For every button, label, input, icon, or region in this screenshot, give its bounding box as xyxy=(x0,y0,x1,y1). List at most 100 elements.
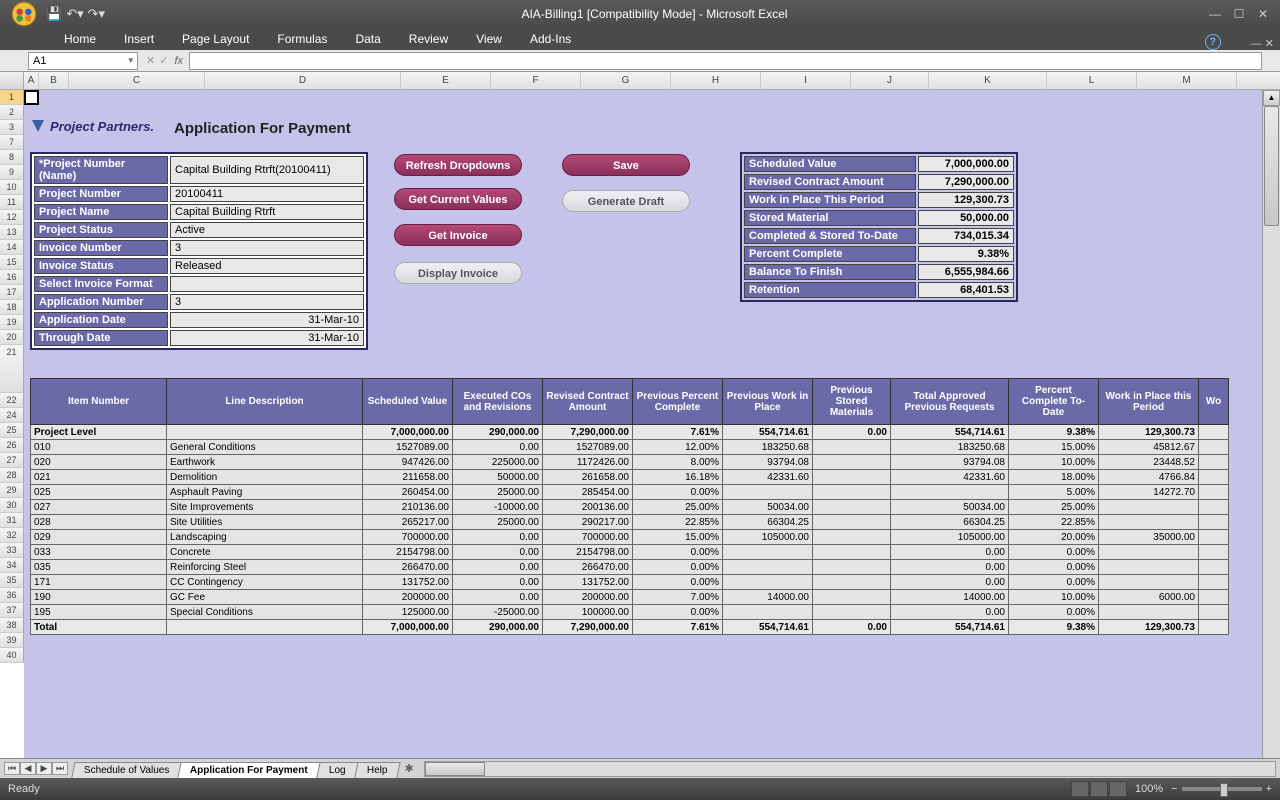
get-current-values-button[interactable]: Get Current Values xyxy=(394,188,522,210)
table-cell[interactable]: GC Fee xyxy=(167,590,363,605)
table-cell[interactable]: 131752.00 xyxy=(543,575,633,590)
table-cell[interactable]: 0.00% xyxy=(633,560,723,575)
table-cell[interactable]: 25.00% xyxy=(1009,500,1099,515)
table-cell[interactable]: 225000.00 xyxy=(453,455,543,470)
table-cell[interactable]: 554,714.61 xyxy=(723,620,813,635)
table-cell[interactable]: Project Level xyxy=(31,425,167,440)
table-cell[interactable] xyxy=(1099,575,1199,590)
table-cell[interactable]: Reinforcing Steel xyxy=(167,560,363,575)
sheet-canvas[interactable]: Project Partners. Application For Paymen… xyxy=(24,90,1262,778)
tab-first-icon[interactable]: ⏮ xyxy=(4,762,20,775)
table-cell[interactable]: 0.00 xyxy=(891,575,1009,590)
table-cell[interactable]: 290,000.00 xyxy=(453,620,543,635)
normal-view-button[interactable] xyxy=(1071,781,1089,797)
select-all-corner[interactable] xyxy=(0,72,24,89)
cancel-icon[interactable]: ✕ xyxy=(146,54,155,67)
info-value[interactable]: Released xyxy=(170,258,364,274)
table-cell[interactable] xyxy=(1099,500,1199,515)
table-cell[interactable] xyxy=(813,470,891,485)
table-cell[interactable]: 260454.00 xyxy=(363,485,453,500)
table-cell[interactable]: 7,000,000.00 xyxy=(363,425,453,440)
row-header-10[interactable]: 10 xyxy=(0,180,24,195)
row-header-36[interactable]: 36 xyxy=(0,588,24,603)
table-cell[interactable] xyxy=(813,530,891,545)
table-cell[interactable] xyxy=(723,605,813,620)
table-cell[interactable]: 7,290,000.00 xyxy=(543,620,633,635)
table-cell[interactable]: 14000.00 xyxy=(891,590,1009,605)
row-header-9[interactable]: 9 xyxy=(0,165,24,180)
table-cell[interactable]: 210136.00 xyxy=(363,500,453,515)
table-cell[interactable] xyxy=(167,620,363,635)
tab-prev-icon[interactable]: ◀ xyxy=(20,762,36,775)
table-cell[interactable]: 45812.67 xyxy=(1099,440,1199,455)
undo-icon[interactable]: ↶▾ xyxy=(66,6,83,22)
table-cell[interactable] xyxy=(1199,620,1229,635)
zoom-out-icon[interactable]: − xyxy=(1171,783,1177,795)
col-header-M[interactable]: M xyxy=(1137,72,1237,89)
ribbon-tab-view[interactable]: View xyxy=(462,28,516,50)
col-header-E[interactable]: E xyxy=(401,72,491,89)
row-header-1[interactable]: 1 xyxy=(0,90,24,105)
table-cell[interactable]: 033 xyxy=(31,545,167,560)
scroll-thumb[interactable] xyxy=(1264,106,1279,226)
table-cell[interactable]: 10.00% xyxy=(1009,455,1099,470)
table-cell[interactable]: 035 xyxy=(31,560,167,575)
info-value[interactable]: 3 xyxy=(170,294,364,310)
table-cell[interactable]: Demolition xyxy=(167,470,363,485)
col-header-I[interactable]: I xyxy=(761,72,851,89)
table-cell[interactable]: 171 xyxy=(31,575,167,590)
ribbon-tab-formulas[interactable]: Formulas xyxy=(263,28,341,50)
table-cell[interactable]: 14000.00 xyxy=(723,590,813,605)
row-header-22[interactable]: 22 xyxy=(0,393,24,408)
table-cell[interactable] xyxy=(1199,590,1229,605)
table-cell[interactable]: 129,300.73 xyxy=(1099,425,1199,440)
scroll-up-icon[interactable]: ▲ xyxy=(1263,90,1280,106)
table-cell[interactable]: 66304.25 xyxy=(723,515,813,530)
get-invoice-button[interactable]: Get Invoice xyxy=(394,224,522,246)
table-cell[interactable]: 266470.00 xyxy=(543,560,633,575)
table-cell[interactable]: 0.00% xyxy=(1009,605,1099,620)
col-header-G[interactable]: G xyxy=(581,72,671,89)
enter-icon[interactable]: ✓ xyxy=(159,54,168,67)
col-header-A[interactable]: A xyxy=(24,72,39,89)
table-cell[interactable]: 0.00% xyxy=(633,605,723,620)
table-cell[interactable]: 4766.84 xyxy=(1099,470,1199,485)
col-header-C[interactable]: C xyxy=(69,72,205,89)
table-cell[interactable] xyxy=(723,485,813,500)
table-cell[interactable]: 025 xyxy=(31,485,167,500)
table-cell[interactable] xyxy=(1199,515,1229,530)
table-cell[interactable]: 7,290,000.00 xyxy=(543,425,633,440)
ribbon-tab-add-ins[interactable]: Add-Ins xyxy=(516,28,585,50)
table-cell[interactable]: 7.61% xyxy=(633,425,723,440)
info-value[interactable]: 3 xyxy=(170,240,364,256)
table-cell[interactable]: 2154798.00 xyxy=(543,545,633,560)
table-cell[interactable]: 6000.00 xyxy=(1099,590,1199,605)
row-header-37[interactable]: 37 xyxy=(0,603,24,618)
table-cell[interactable] xyxy=(723,575,813,590)
table-cell[interactable]: Site Improvements xyxy=(167,500,363,515)
table-cell[interactable]: 261658.00 xyxy=(543,470,633,485)
table-cell[interactable]: 50034.00 xyxy=(723,500,813,515)
ribbon-tab-insert[interactable]: Insert xyxy=(110,28,168,50)
redo-icon[interactable]: ↷▾ xyxy=(88,6,105,22)
table-cell[interactable]: 10.00% xyxy=(1009,590,1099,605)
table-cell[interactable]: 18.00% xyxy=(1009,470,1099,485)
row-header-28[interactable]: 28 xyxy=(0,468,24,483)
table-cell[interactable]: 9.38% xyxy=(1009,620,1099,635)
table-cell[interactable]: 15.00% xyxy=(633,530,723,545)
ribbon-tab-home[interactable]: Home xyxy=(50,28,110,50)
zoom-in-icon[interactable]: + xyxy=(1266,783,1272,795)
table-cell[interactable] xyxy=(1199,560,1229,575)
table-cell[interactable]: 25000.00 xyxy=(453,515,543,530)
info-value[interactable]: 31-Mar-10 xyxy=(170,330,364,346)
table-cell[interactable] xyxy=(1199,545,1229,560)
table-cell[interactable]: -10000.00 xyxy=(453,500,543,515)
workbook-window-controls[interactable]: — ✕ xyxy=(1251,37,1274,50)
row-header-15[interactable]: 15 xyxy=(0,255,24,270)
table-cell[interactable]: 22.85% xyxy=(633,515,723,530)
row-header-3[interactable]: 3 xyxy=(0,120,24,135)
table-cell[interactable]: 8.00% xyxy=(633,455,723,470)
table-cell[interactable]: 700000.00 xyxy=(363,530,453,545)
table-cell[interactable] xyxy=(891,485,1009,500)
col-header-K[interactable]: K xyxy=(929,72,1047,89)
